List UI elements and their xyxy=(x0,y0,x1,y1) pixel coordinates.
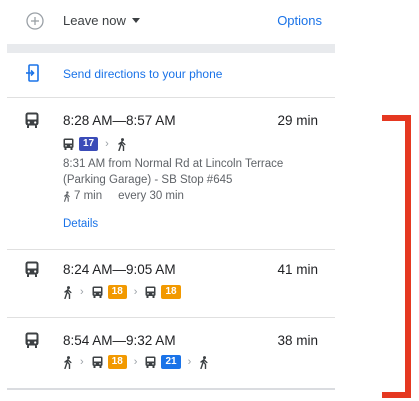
bus-line-badge: 18 xyxy=(107,285,127,299)
route-steps: › 18 › 18 xyxy=(63,284,181,300)
transit-icon xyxy=(25,112,39,128)
leave-now-label: Leave now xyxy=(63,13,126,28)
send-to-phone-label: Send directions to your phone xyxy=(63,67,223,81)
bus-icon xyxy=(92,286,103,298)
route-times: 8:28 AM—8:57 AM xyxy=(63,113,176,128)
annotation-bracket xyxy=(405,115,411,398)
annotation-bracket-bottom xyxy=(382,392,411,398)
send-to-phone-button[interactable]: Send directions to your phone xyxy=(7,53,335,98)
chevron-right-icon: › xyxy=(133,285,138,298)
bus-icon xyxy=(92,356,103,368)
bus-icon xyxy=(145,286,156,298)
route-duration: 38 min xyxy=(277,333,318,348)
chevron-right-icon: › xyxy=(133,355,138,368)
walk-frequency-info: 7 min every 30 min xyxy=(63,190,184,202)
walk-icon xyxy=(64,190,70,202)
chevron-right-icon: › xyxy=(105,137,109,150)
leave-now-dropdown[interactable]: Leave now xyxy=(63,13,140,28)
caret-down-icon xyxy=(131,18,140,23)
route-steps: › 18 › 21 › xyxy=(63,354,209,370)
chevron-right-icon: › xyxy=(80,355,84,368)
walk-icon xyxy=(200,355,208,369)
route-option-1[interactable]: 8:28 AM—8:57 AM 29 min 17 › 8:31 AM from… xyxy=(7,98,335,249)
walk-icon xyxy=(64,355,72,369)
departure-bar: Leave now Options xyxy=(0,0,335,44)
transit-icon xyxy=(25,332,39,348)
bus-line-badge: 18 xyxy=(107,355,127,369)
section-separator xyxy=(7,44,335,53)
route-times: 8:24 AM—9:05 AM xyxy=(63,262,176,277)
route-steps: 17 › xyxy=(63,136,127,152)
route-option-2[interactable]: 8:24 AM—9:05 AM 41 min › 18 › 18 xyxy=(7,250,335,317)
details-link[interactable]: Details xyxy=(63,218,98,230)
annotation-bracket-top xyxy=(382,115,411,121)
chevron-right-icon: › xyxy=(80,285,84,298)
route-duration: 41 min xyxy=(277,262,318,277)
divider xyxy=(7,388,335,390)
transit-icon xyxy=(25,261,39,277)
directions-panel: Leave now Options Send directions to you… xyxy=(0,0,335,401)
route-option-3[interactable]: 8:54 AM—9:32 AM 38 min › 18 › 21 › xyxy=(7,318,335,388)
walk-time: 7 min xyxy=(74,190,103,202)
route-duration: 29 min xyxy=(277,113,318,128)
route-times: 8:54 AM—9:32 AM xyxy=(63,333,176,348)
bus-icon xyxy=(145,356,156,368)
chevron-right-icon: › xyxy=(187,355,192,368)
walk-icon xyxy=(118,137,126,151)
bus-line-badge: 18 xyxy=(161,285,181,299)
walk-icon xyxy=(64,285,72,299)
bus-icon xyxy=(63,138,74,150)
phone-send-icon xyxy=(26,64,39,82)
bus-line-badge: 17 xyxy=(79,137,99,151)
add-circle-icon[interactable] xyxy=(26,12,44,30)
bus-line-badge: 21 xyxy=(161,355,181,369)
frequency: every 30 min xyxy=(118,190,184,202)
departure-info: 8:31 AM from Normal Rd at Lincoln Terrac… xyxy=(63,158,284,186)
options-button[interactable]: Options xyxy=(277,13,322,28)
